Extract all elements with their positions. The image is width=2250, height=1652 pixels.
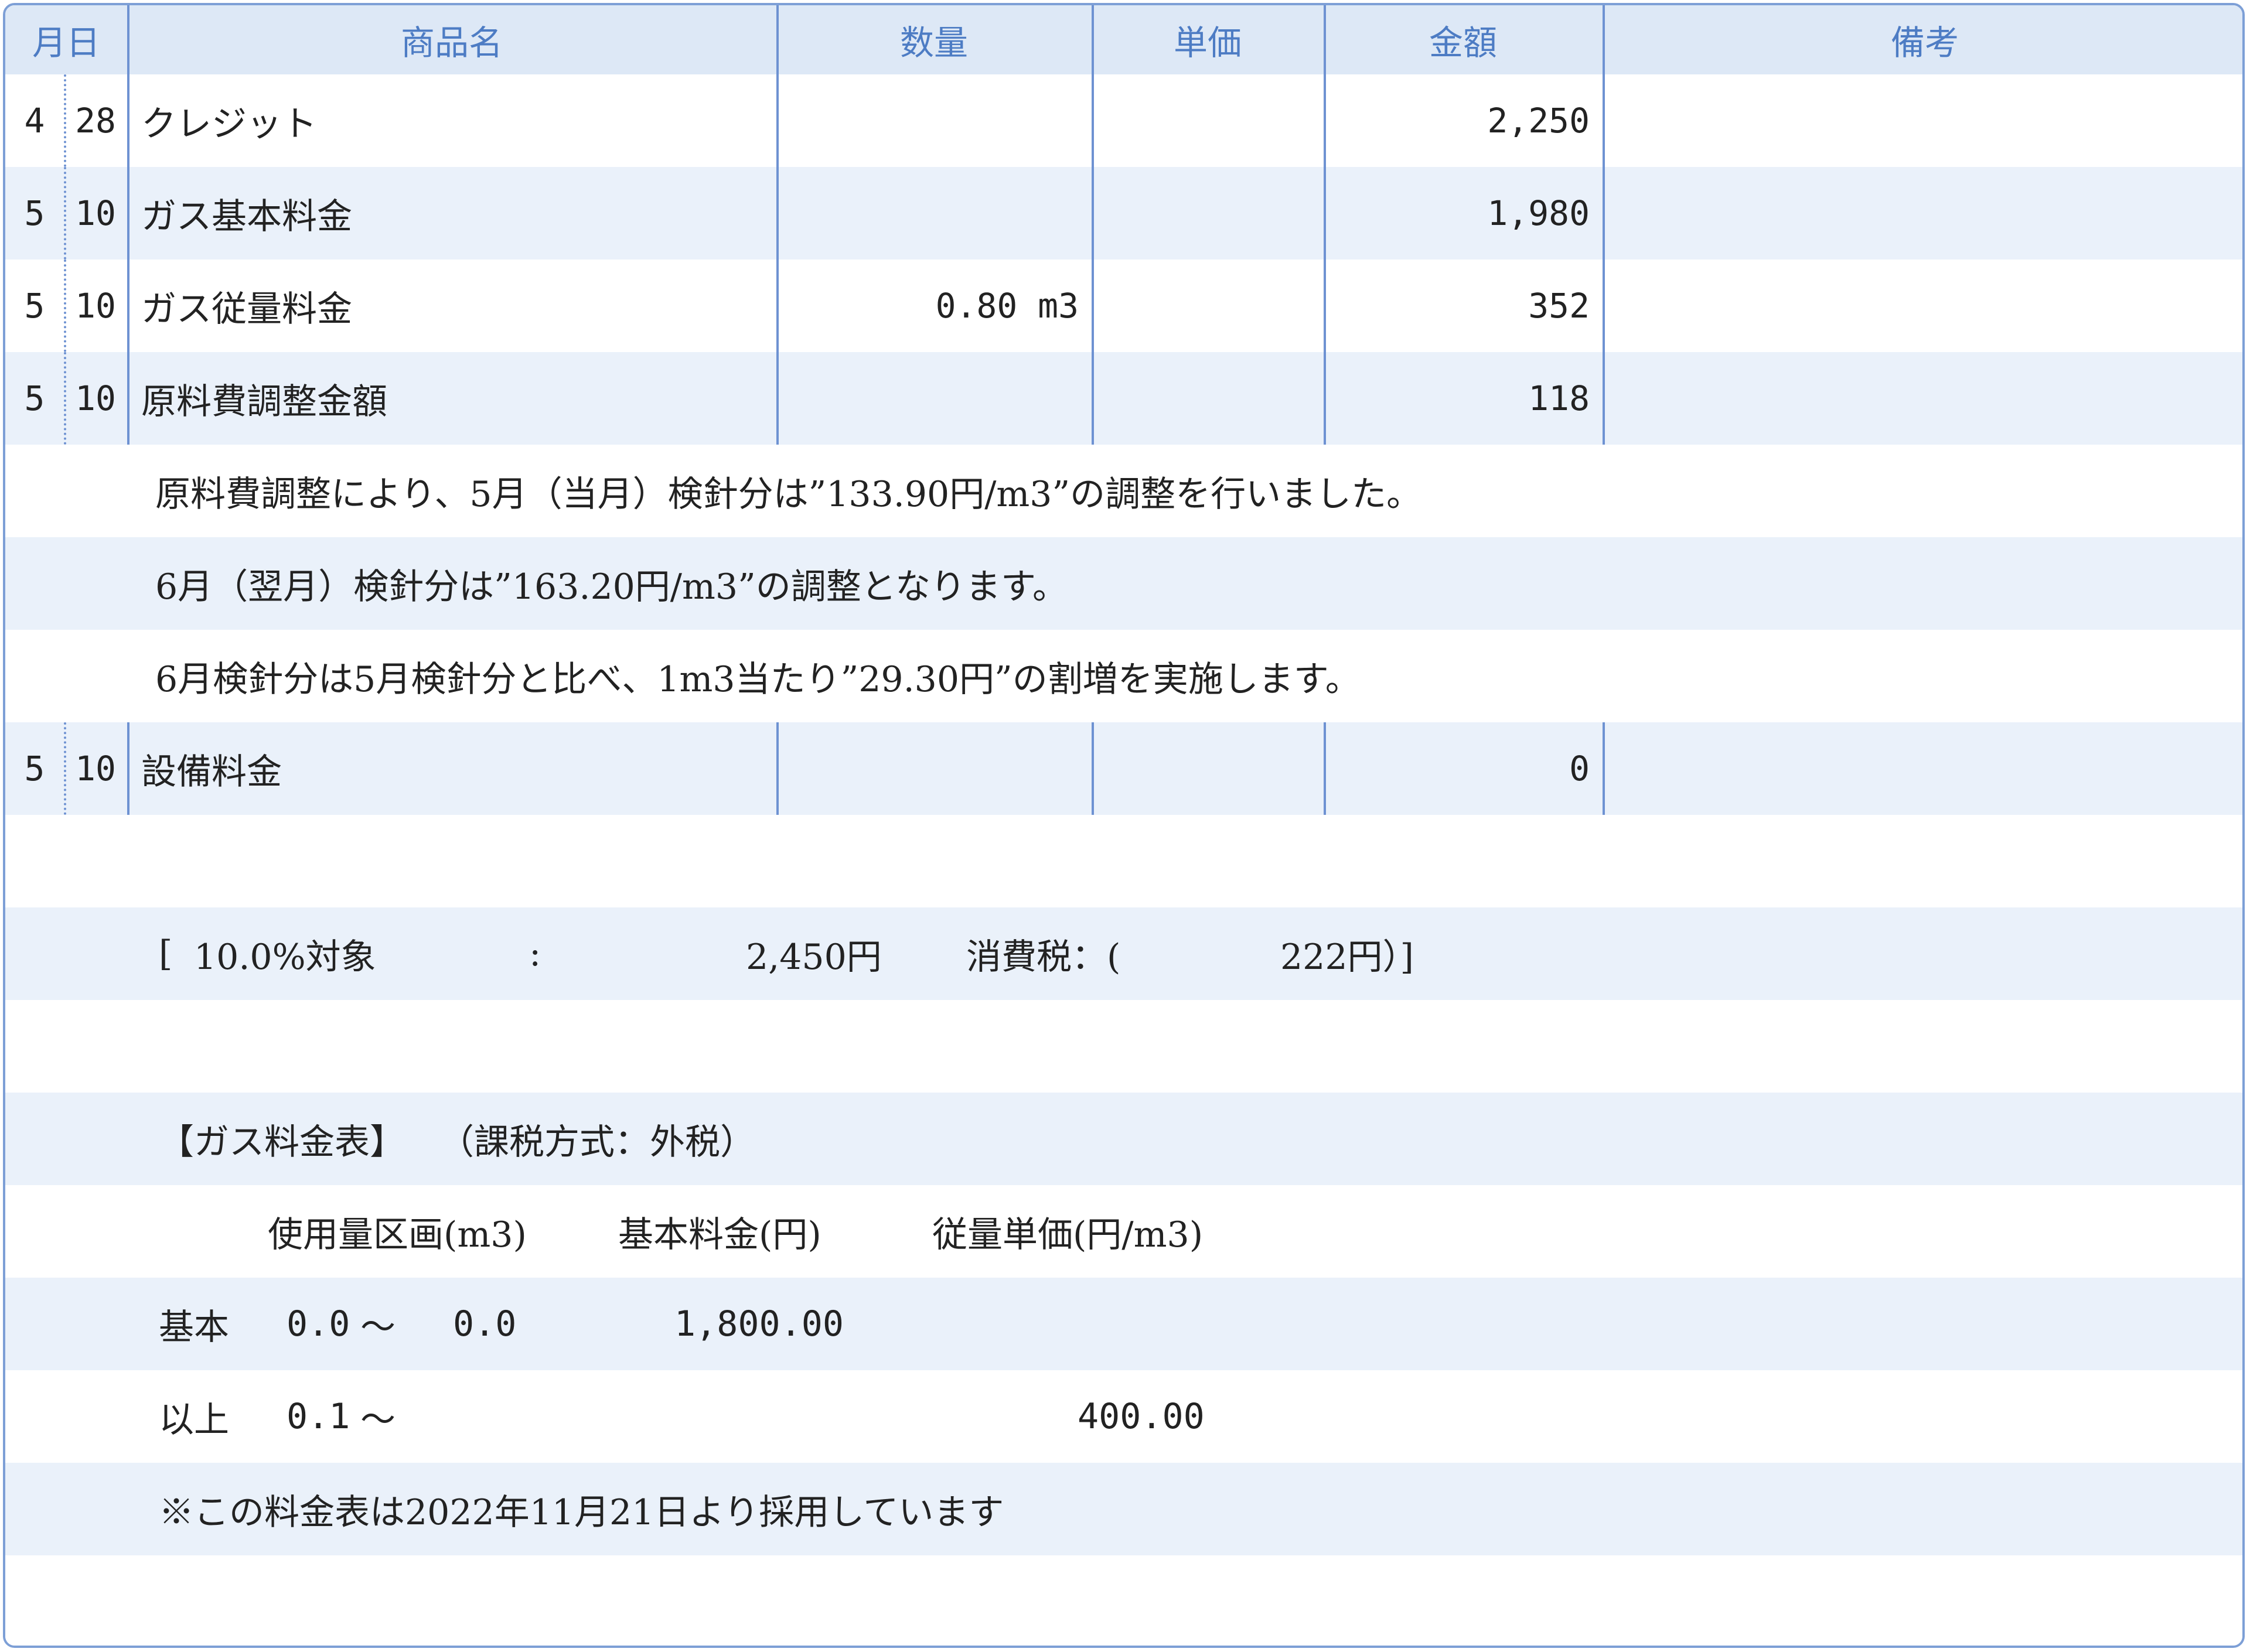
rate-col-usage: 使用量区画(m3): [268, 1214, 527, 1255]
row-amount: 1,980: [1487, 193, 1590, 233]
rate-table-footnote-row: ※この料金表は2022年11月21日より採用しています: [5, 1463, 2242, 1555]
blank-row: [5, 1555, 2242, 1646]
blank-row: [5, 1000, 2242, 1093]
row-amount: 0: [1569, 749, 1590, 789]
row-unit-price: [1092, 352, 1324, 445]
row-unit-price: [1092, 722, 1324, 815]
rate-row-to: 0.0: [453, 1303, 517, 1344]
rate-row-from: 0.0: [287, 1303, 350, 1344]
row-remarks: [1603, 260, 2242, 352]
rate-table-row: 以上 0.1 ～ 400.00: [5, 1370, 2242, 1463]
row-remarks: [1603, 74, 2242, 167]
table-header: 月日 商品名 数量 単価 金額 備考: [5, 5, 2242, 74]
row-unit-price: [1092, 260, 1324, 352]
row-day: 28: [75, 101, 116, 141]
rate-row-base: 1,800.00: [674, 1303, 844, 1344]
row-month: 5: [24, 378, 45, 418]
rate-row-unit: 400.00: [1078, 1396, 1205, 1437]
row-amount: 118: [1528, 378, 1590, 418]
adjustment-note: 6月（翌月）検針分は”163.20円/m3”の調整となります。: [155, 566, 1068, 607]
row-quantity: 0.80 m3: [935, 286, 1079, 326]
rate-row-tilde: ～: [360, 1399, 396, 1441]
table-row: 5 10 原料費調整金額 118: [5, 352, 2242, 445]
rate-table-header-row: 使用量区画(m3) 基本料金(円) 従量単価(円/m3): [5, 1185, 2242, 1278]
rate-col-base: 基本料金(円): [618, 1214, 821, 1255]
rate-table-footnote: ※この料金表は2022年11月21日より採用しています: [159, 1491, 1004, 1533]
tax-open-bracket: [: [159, 933, 173, 974]
row-product-name: ガス基本料金: [141, 196, 352, 237]
row-product-name: 設備料金: [141, 751, 282, 793]
row-day: 10: [75, 749, 116, 789]
row-product-name: ガス従量料金: [141, 288, 352, 330]
header-quantity: 数量: [899, 23, 968, 63]
row-unit-price: [1092, 167, 1324, 260]
tax-summary-row: [ 10.0%対象 : 2,450円 消費税：( 222円）]: [5, 907, 2242, 1000]
row-product-name: クレジット: [141, 103, 317, 145]
consumption-tax-label: 消費税：(: [966, 936, 1121, 978]
table-row: 5 10 ガス基本料金 1,980: [5, 167, 2242, 260]
row-quantity: [776, 352, 1092, 445]
row-remarks: [1603, 167, 2242, 260]
rate-table-title: 【ガス料金表】: [159, 1121, 405, 1163]
tax-target-amount: 2,450円: [746, 936, 882, 978]
blank-row: [5, 815, 2242, 907]
tax-colon: :: [529, 933, 541, 974]
row-product-name: 原料費調整金額: [141, 381, 387, 422]
row-month: 5: [24, 749, 45, 789]
row-month: 4: [24, 101, 45, 141]
rate-col-unit: 従量単価(円/m3): [932, 1214, 1204, 1255]
table-row: 5 10 設備料金 0: [5, 722, 2242, 815]
tax-target-label: 10.0%対象: [194, 936, 376, 978]
rate-table-row: 基本 0.0 ～ 0.0 1,800.00: [5, 1278, 2242, 1370]
rate-table-title-row: 【ガス料金表】 （課税方式：外税）: [5, 1093, 2242, 1185]
rate-row-label: 基本: [159, 1306, 229, 1348]
adjustment-note: 6月検針分は5月検針分と比べ、1m3当たり”29.30円”の割増を実施します。: [155, 658, 1361, 700]
row-remarks: [1603, 352, 2242, 445]
row-unit-price: [1092, 74, 1324, 167]
adjustment-note-row: 6月（翌月）検針分は”163.20円/m3”の調整となります。: [5, 537, 2242, 630]
row-quantity: [776, 722, 1092, 815]
row-quantity: [776, 167, 1092, 260]
adjustment-note: 原料費調整により、5月（当月）検針分は”133.90円/m3”の調整を行いました…: [155, 473, 1422, 515]
row-month: 5: [24, 286, 45, 326]
header-month-day: 月日: [32, 23, 100, 63]
header-unit-price: 単価: [1173, 23, 1242, 63]
row-quantity: [776, 74, 1092, 167]
rate-table-tax-method: （課税方式：外税）: [439, 1121, 755, 1163]
rate-row-label: 以上: [159, 1399, 229, 1441]
row-amount: 2,250: [1487, 101, 1590, 141]
header-product: 商品名: [400, 23, 503, 63]
row-day: 10: [75, 193, 116, 233]
row-amount: 352: [1528, 286, 1590, 326]
row-day: 10: [75, 378, 116, 418]
row-remarks: [1603, 722, 2242, 815]
rate-row-tilde: ～: [360, 1306, 396, 1348]
invoice-detail-table: 月日 商品名 数量 単価 金額 備考 4 28 クレジット 2,250 5 10…: [3, 3, 2245, 1648]
adjustment-note-row: 原料費調整により、5月（当月）検針分は”133.90円/m3”の調整を行いました…: [5, 445, 2242, 537]
rate-row-from: 0.1: [287, 1396, 350, 1437]
row-month: 5: [24, 193, 45, 233]
header-amount: 金額: [1429, 23, 1497, 63]
row-day: 10: [75, 286, 116, 326]
table-row: 5 10 ガス従量料金 0.80 m3 352: [5, 260, 2242, 352]
header-remarks: 備考: [1890, 23, 1959, 63]
table-row: 4 28 クレジット 2,250: [5, 74, 2242, 167]
adjustment-note-row: 6月検針分は5月検針分と比べ、1m3当たり”29.30円”の割増を実施します。: [5, 630, 2242, 722]
consumption-tax-amount: 222円）]: [1280, 936, 1414, 978]
